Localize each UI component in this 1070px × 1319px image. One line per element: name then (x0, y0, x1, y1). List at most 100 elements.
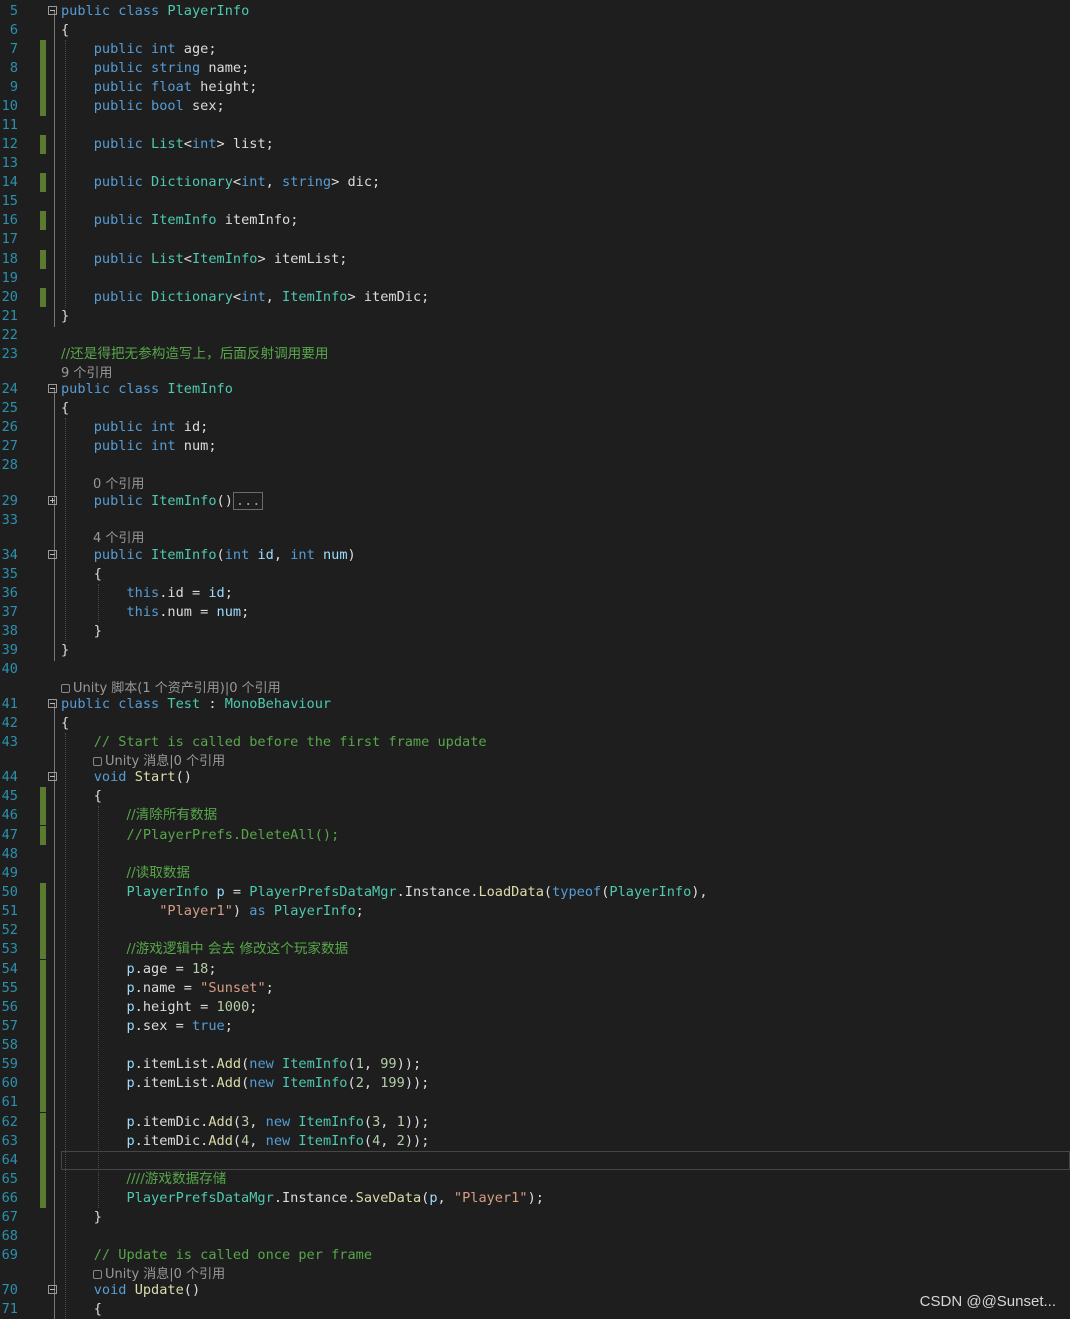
code-line[interactable]: 8 public string name; (0, 59, 1070, 78)
collapse-icon[interactable] (48, 1285, 57, 1294)
change-marker (40, 211, 46, 230)
code-token: string (282, 174, 332, 190)
code-line[interactable]: 20 public Dictionary<int, ItemInfo> item… (0, 288, 1070, 307)
code-token: List (151, 136, 184, 152)
line-number: 5 (9, 3, 18, 19)
code-line[interactable]: 39} (0, 641, 1070, 660)
code-line[interactable]: 7 public int age; (0, 40, 1070, 59)
code-line[interactable]: 59 p.itemList.Add(new ItemInfo(1, 99)); (0, 1055, 1070, 1074)
code-line[interactable]: 15 (0, 192, 1070, 211)
code-line[interactable]: 34 public ItemInfo(int id, int num) (0, 546, 1070, 565)
codelens-text: 9 个引用 (61, 366, 113, 381)
code-line[interactable]: 50 PlayerInfo p = PlayerPrefsDataMgr.Ins… (0, 883, 1070, 902)
code-line[interactable]: 26 public int id; (0, 418, 1070, 437)
code-line[interactable]: 21} (0, 307, 1070, 326)
code-line[interactable]: 42 { (0, 714, 1070, 733)
code-line[interactable]: 18 public List<ItemInfo> itemList; (0, 250, 1070, 269)
code-line[interactable]: 54 p.age = 18; (0, 960, 1070, 979)
code-line[interactable]: 43 // Start is called before the first f… (0, 733, 1070, 752)
collapse-icon[interactable] (48, 6, 57, 15)
code-line[interactable]: 19 (0, 269, 1070, 288)
collapse-icon[interactable] (48, 699, 57, 708)
code-line[interactable]: 35 { (0, 565, 1070, 584)
code-line[interactable]: 47 //PlayerPrefs.DeleteAll(); (0, 826, 1070, 845)
line-code: p.sex = true; (61, 1017, 232, 1036)
code-line[interactable]: 65 ////游戏数据存储 (0, 1170, 1070, 1189)
code-line[interactable]: 71 { (0, 1300, 1070, 1319)
code-line[interactable]: 25 { (0, 399, 1070, 418)
code-line[interactable]: 48 (0, 845, 1070, 864)
code-line[interactable]: 45 { (0, 787, 1070, 806)
code-token: Start (134, 769, 176, 785)
code-line[interactable]: 13 (0, 154, 1070, 173)
code-line[interactable]: 60 p.itemList.Add(new ItemInfo(2, 199)); (0, 1074, 1070, 1093)
code-line[interactable]: 51 "Player1") as PlayerInfo; (0, 902, 1070, 921)
code-line[interactable]: 14 public Dictionary<int, string> dic; (0, 173, 1070, 192)
code-line[interactable]: 66 PlayerPrefsDataMgr.Instance.SaveData(… (0, 1189, 1070, 1208)
code-line[interactable]: 6{ (0, 21, 1070, 40)
line-number: 59 (1, 1056, 18, 1072)
code-token: { (61, 788, 102, 804)
code-line[interactable]: 56 p.height = 1000; (0, 998, 1070, 1017)
code-line[interactable]: 10 public bool sex; (0, 97, 1070, 116)
code-line[interactable]: 22 (0, 326, 1070, 345)
collapse-icon[interactable] (48, 550, 57, 559)
code-line[interactable]: 5 public class PlayerInfo (0, 2, 1070, 21)
code-token: )); (404, 1114, 430, 1130)
code-line[interactable]: 49 //读取数据 (0, 864, 1070, 883)
code-line[interactable]: 36 this.id = id; (0, 584, 1070, 603)
code-line[interactable]: 9 public float height; (0, 78, 1070, 97)
line-code: public class Test : MonoBehaviour (61, 695, 331, 714)
code-line[interactable]: 46 //清除所有数据 (0, 806, 1070, 825)
code-token: p (216, 884, 225, 900)
code-line[interactable]: 29 public ItemInfo()... (0, 492, 1070, 511)
code-line[interactable]: 33 (0, 511, 1070, 530)
code-line[interactable]: 11 (0, 116, 1070, 135)
code-line[interactable]: 27 public int num; (0, 437, 1070, 456)
code-line[interactable]: 17 (0, 230, 1070, 249)
code-token: int (224, 547, 250, 563)
code-line[interactable]: 23 //还是得把无参构造写上，后面反射调用要用 (0, 345, 1070, 364)
line-number: 39 (1, 642, 18, 658)
code-token: int (191, 136, 217, 152)
code-line[interactable]: 16 public ItemInfo itemInfo; (0, 211, 1070, 230)
code-line[interactable]: 64 (0, 1151, 1070, 1170)
line-code: } (61, 641, 69, 660)
expand-icon[interactable] (48, 496, 57, 505)
code-line[interactable]: 44 void Start() (0, 768, 1070, 787)
code-line[interactable]: 67 } (0, 1208, 1070, 1227)
code-line[interactable]: 28 (0, 456, 1070, 475)
code-line[interactable]: 61 (0, 1093, 1070, 1112)
code-line[interactable]: 53 //游戏逻辑中 会去 修改这个玩家数据 (0, 940, 1070, 959)
code-line[interactable]: 69 // Update is called once per frame (0, 1246, 1070, 1265)
line-number: 58 (1, 1037, 18, 1053)
code-line[interactable]: 57 p.sex = true; (0, 1017, 1070, 1036)
collapse-icon[interactable] (48, 384, 57, 393)
code-line[interactable]: 24 public class ItemInfo (0, 380, 1070, 399)
code-line[interactable]: 58 (0, 1036, 1070, 1055)
collapse-icon[interactable] (48, 772, 57, 781)
code-line[interactable]: 38 } (0, 622, 1070, 641)
code-token: 99 (380, 1056, 397, 1072)
change-marker (40, 940, 46, 959)
code-line[interactable]: 63 p.itemDic.Add(4, new ItemInfo(4, 2)); (0, 1132, 1070, 1151)
code-line[interactable]: 68 (0, 1227, 1070, 1246)
code-line[interactable]: 55 p.name = "Sunset"; (0, 979, 1070, 998)
code-line[interactable]: 40 (0, 660, 1070, 679)
code-line[interactable]: 70 void Update() (0, 1281, 1070, 1300)
code-line[interactable]: 41 public class Test : MonoBehaviour (0, 695, 1070, 714)
code-editor[interactable]: 5 public class PlayerInfo 6{7 public int a… (0, 0, 1070, 1319)
code-line[interactable]: 37 this.num = num; (0, 603, 1070, 622)
code-line[interactable]: 52 (0, 921, 1070, 940)
code-line[interactable]: 12 public List<int> list; (0, 135, 1070, 154)
code-line[interactable]: 62 p.itemDic.Add(3, new ItemInfo(3, 1)); (0, 1113, 1070, 1132)
collapsed-block[interactable]: ... (232, 492, 264, 510)
line-number: 67 (1, 1209, 18, 1225)
